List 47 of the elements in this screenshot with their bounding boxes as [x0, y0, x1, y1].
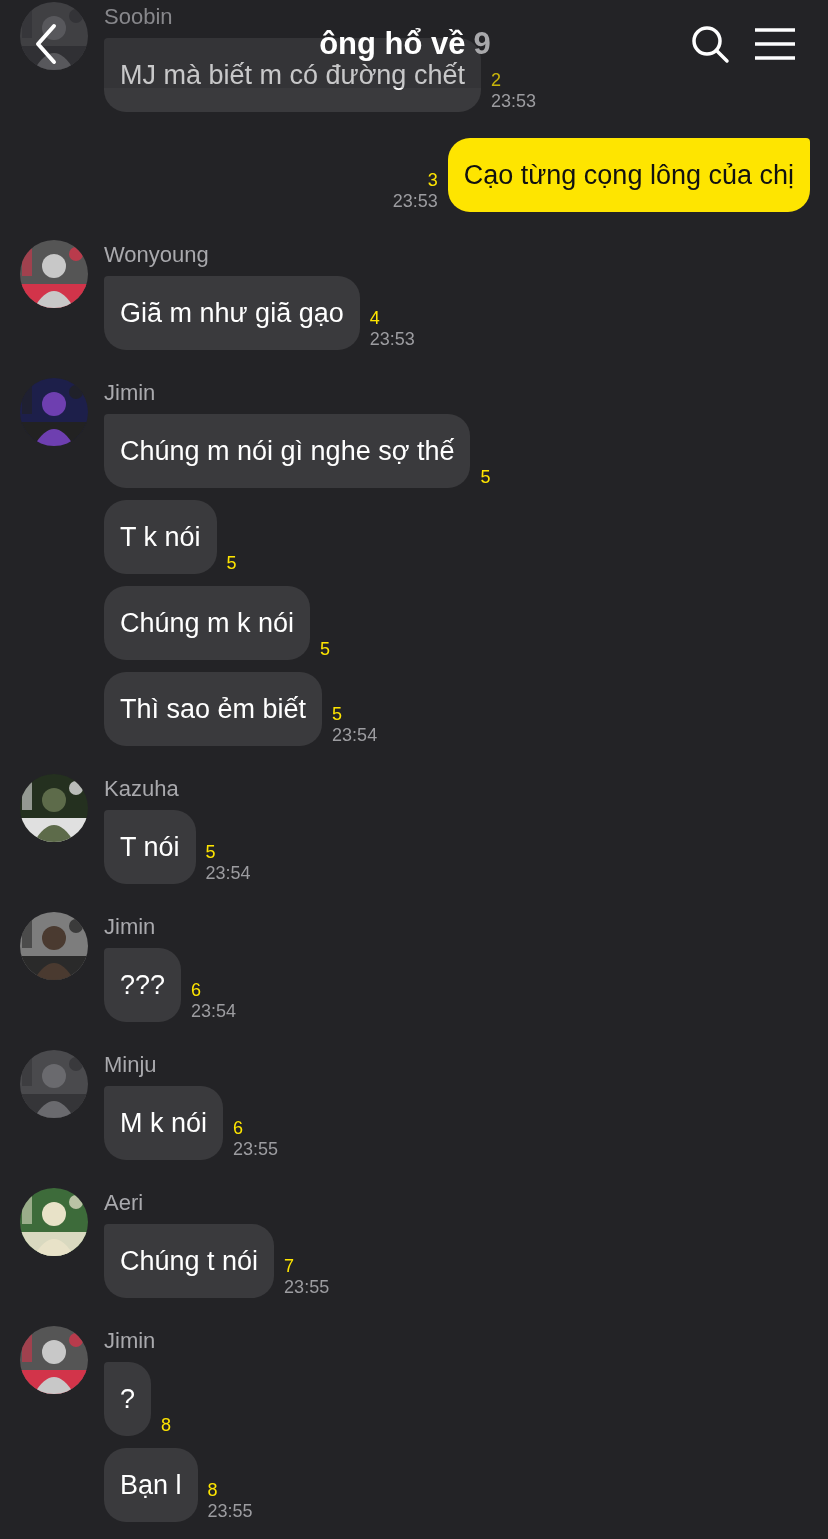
sender-name: Wonyoung	[104, 242, 210, 268]
sender-name: Soobin	[104, 4, 174, 30]
message-bubble: ???	[104, 948, 182, 1022]
unread-count: 6	[233, 1118, 244, 1139]
unread-count: 8	[161, 1415, 172, 1436]
message-time: 23:54	[205, 863, 251, 884]
message-time: 23:55	[207, 1501, 253, 1522]
message-bubble: T k nói	[104, 500, 217, 574]
message-time: 23:55	[233, 1139, 279, 1160]
unread-count: 6	[191, 980, 202, 1001]
unread-count: 5	[226, 553, 237, 574]
message-bubble: Chúng m k nói	[104, 586, 311, 660]
unread-count: 5	[480, 467, 491, 488]
message-time: 23:55	[284, 1277, 330, 1298]
message-bubble: Chúng m nói gì nghe sợ thế	[104, 414, 471, 488]
unread-count: 5	[320, 639, 331, 660]
unread-count: 5	[205, 842, 216, 863]
unread-count: 2	[490, 70, 501, 91]
menu-icon	[754, 28, 796, 60]
message-bubble: ?	[104, 1362, 152, 1436]
unread-count: 3	[427, 170, 438, 191]
chat-title: ông hổ về	[319, 24, 466, 62]
sender-name: Kazuha	[104, 776, 180, 802]
message-bubble: Giã m như giã gạo	[104, 276, 360, 350]
unread-count: 5	[332, 704, 343, 725]
message-bubble: T nói	[104, 810, 196, 884]
unread-count: 8	[207, 1480, 218, 1501]
message-bubble: Bạn l	[104, 1448, 198, 1522]
search-icon	[690, 24, 730, 64]
sender-name: Jimin	[104, 1328, 157, 1354]
unread-count: 4	[369, 308, 380, 329]
unread-count: 7	[284, 1256, 295, 1277]
message-bubble: Chúng t nói	[104, 1224, 275, 1298]
message-bubble: M k nói	[104, 1086, 224, 1160]
message-bubble: Cạo từng cọng lông của chị	[447, 138, 810, 212]
message-time: 23:53	[392, 191, 438, 212]
sender-name: Minju	[104, 1052, 158, 1078]
sender-name: Jimin	[104, 914, 157, 940]
message-bubble: Thì sao ẻm biết	[104, 672, 323, 746]
message-time: 23:53	[369, 329, 415, 350]
message-time: 23:54	[332, 725, 378, 746]
sender-name: Aeri	[104, 1190, 145, 1216]
message-time: 23:54	[191, 1001, 237, 1022]
sender-name: Jimin	[104, 380, 157, 406]
search-button[interactable]	[690, 24, 730, 64]
message-time: 23:53	[490, 91, 536, 112]
member-count: 9	[473, 24, 491, 63]
